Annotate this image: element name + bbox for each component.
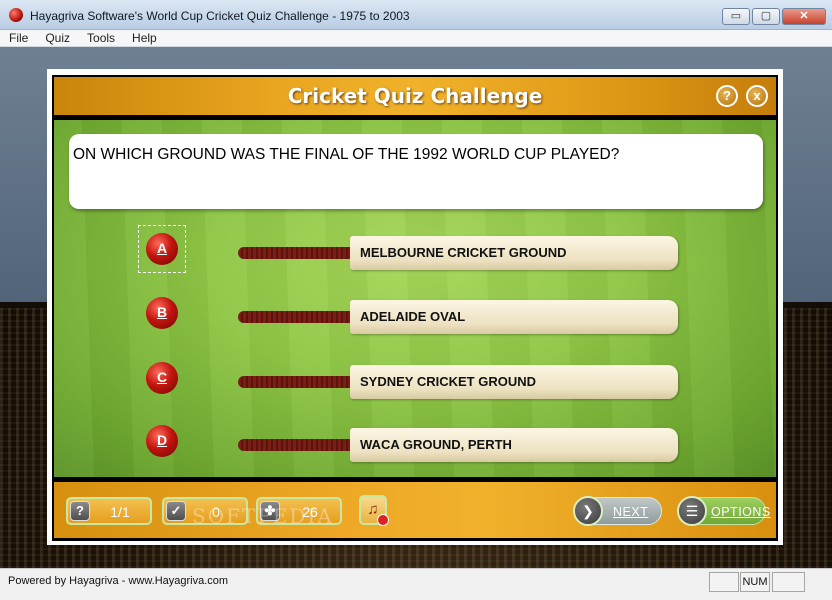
- list-icon: ☰: [677, 496, 707, 526]
- bat-blade: WACA GROUND, PERTH: [350, 428, 678, 462]
- option-b-ball-button[interactable]: B: [146, 297, 178, 329]
- option-b-letter: B: [156, 304, 168, 320]
- option-a-ball-button[interactable]: A: [146, 233, 178, 265]
- status-bar: Powered by Hayagriva - www.Hayagriva.com…: [0, 568, 832, 600]
- option-a-letter: A: [156, 240, 168, 256]
- status-text: Powered by Hayagriva - www.Hayagriva.com: [8, 575, 229, 587]
- quiz-header: Cricket Quiz Challenge ? x: [54, 77, 776, 115]
- menu-file[interactable]: File: [9, 30, 28, 46]
- option-b-bat[interactable]: ADELAIDE OVAL: [238, 300, 678, 334]
- menu-quiz[interactable]: Quiz: [45, 30, 70, 46]
- window-controls: ▭ ▢ ✕: [722, 8, 826, 25]
- question-icon: ?: [70, 501, 90, 521]
- help-button[interactable]: ?: [716, 85, 738, 107]
- cricket-ball-app-icon: [9, 8, 23, 22]
- option-d-ball-button[interactable]: D: [146, 425, 178, 457]
- status-panel-caps: [709, 572, 739, 592]
- window-title: Hayagriva Software's World Cup Cricket Q…: [30, 9, 410, 23]
- status-panel-scroll: [772, 572, 805, 592]
- cricket-field: ON WHICH GROUND WAS THE FINAL OF THE 199…: [54, 120, 776, 477]
- question-text: ON WHICH GROUND WAS THE FINAL OF THE 199…: [73, 146, 620, 163]
- sound-toggle-button[interactable]: ♫: [359, 495, 389, 526]
- quiz-footer: ? 1/1 ✓ 0 ✤ 26 ♫ ❯ NEXT ☰ OPTIONS: [54, 482, 776, 538]
- option-b-text: ADELAIDE OVAL: [360, 309, 466, 324]
- bat-handle: [238, 439, 354, 451]
- bat-blade: ADELAIDE OVAL: [350, 300, 678, 334]
- checkmark-icon: ✓: [166, 501, 186, 521]
- option-c-text: SYDNEY CRICKET GROUND: [360, 374, 537, 389]
- bat-blade: MELBOURNE CRICKET GROUND: [350, 236, 678, 270]
- menu-tools[interactable]: Tools: [87, 30, 115, 46]
- question-counter: ? 1/1: [66, 497, 152, 525]
- question-counter-value: 1/1: [110, 504, 130, 520]
- bat-handle: [238, 376, 354, 388]
- option-c-bat[interactable]: SYDNEY CRICKET GROUND: [238, 365, 678, 399]
- quiz-panel-inner: Cricket Quiz Challenge ? x ON WHICH GROU…: [52, 75, 778, 541]
- menu-help[interactable]: Help: [132, 30, 157, 46]
- minimize-button[interactable]: ▭: [722, 8, 750, 25]
- option-a-text: MELBOURNE CRICKET GROUND: [360, 245, 567, 260]
- option-d-bat[interactable]: WACA GROUND, PERTH: [238, 428, 678, 462]
- bat-handle: [238, 311, 354, 323]
- status-panel-num: NUM: [740, 572, 770, 592]
- bat-handle: [238, 247, 354, 259]
- title-bar: Hayagriva Software's World Cup Cricket Q…: [0, 0, 832, 30]
- option-d-text: WACA GROUND, PERTH: [360, 437, 512, 452]
- menu-bar: File Quiz Tools Help: [0, 30, 832, 47]
- music-note-muted-icon: ♫: [367, 501, 379, 518]
- quiz-title: Cricket Quiz Challenge: [287, 84, 543, 108]
- options-label: OPTIONS: [711, 505, 771, 519]
- close-quiz-button[interactable]: x: [746, 85, 768, 107]
- option-c-letter: C: [156, 369, 168, 385]
- bat-blade: SYDNEY CRICKET GROUND: [350, 365, 678, 399]
- next-label: NEXT: [613, 505, 649, 519]
- mute-indicator-icon: [377, 514, 389, 526]
- option-d-letter: D: [156, 432, 168, 448]
- option-a-bat[interactable]: MELBOURNE CRICKET GROUND: [238, 236, 678, 270]
- option-c-ball-button[interactable]: C: [146, 362, 178, 394]
- options-button[interactable]: ☰ OPTIONS: [677, 496, 770, 526]
- quiz-panel: Cricket Quiz Challenge ? x ON WHICH GROU…: [47, 69, 783, 545]
- next-button[interactable]: ❯ NEXT: [573, 496, 662, 526]
- maximize-button[interactable]: ▢: [752, 8, 780, 25]
- close-window-button[interactable]: ✕: [782, 8, 826, 25]
- next-arrow-icon: ❯: [573, 496, 603, 526]
- question-box: ON WHICH GROUND WAS THE FINAL OF THE 199…: [69, 134, 763, 209]
- softpedia-watermark: SOFTPEDIA: [192, 504, 334, 528]
